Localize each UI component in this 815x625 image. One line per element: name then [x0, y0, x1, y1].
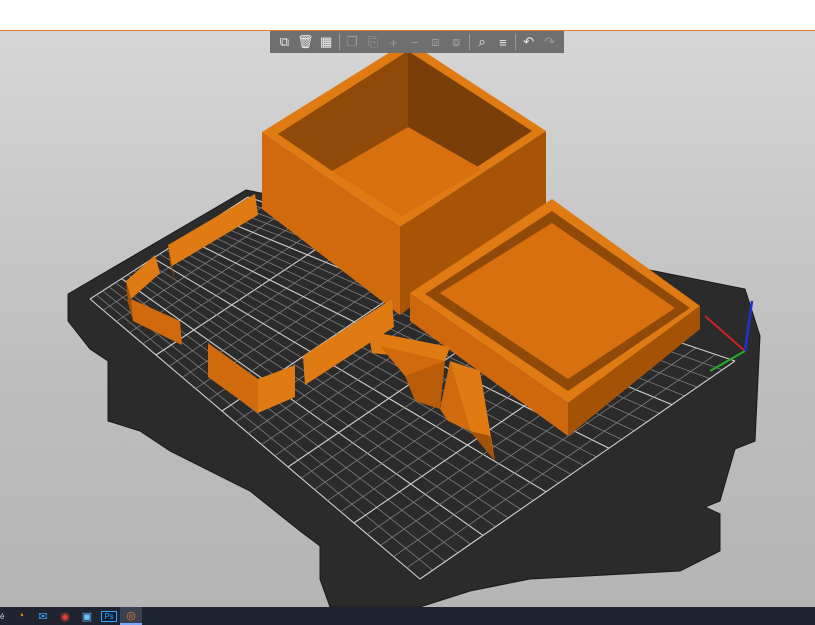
- chrome-icon: ◉: [60, 610, 70, 623]
- undo-button[interactable]: ↶: [518, 32, 539, 52]
- search-icon: ⌕: [478, 34, 486, 49]
- toolbar-separator: [515, 34, 517, 50]
- plus-icon: +: [389, 34, 398, 50]
- blender-icon: ◔: [17, 610, 25, 622]
- taskbar-label: é: [0, 611, 5, 621]
- add-instance-button[interactable]: +: [383, 32, 404, 52]
- arrange-icon: ▦: [320, 34, 333, 49]
- redo-icon: ↷: [544, 34, 556, 49]
- delete-button[interactable]: 🗑: [295, 32, 316, 52]
- arrange-button[interactable]: ▦: [316, 32, 337, 52]
- toolbar-separator: [468, 34, 470, 50]
- build-plate-scene[interactable]: [0, 31, 815, 607]
- files-app[interactable]: ▣: [76, 607, 98, 625]
- chrome-app[interactable]: ◉: [54, 607, 76, 625]
- top-toolbar: ⧉ 🗑 ▦ ❐ ⎘ + − ⧈ ⧇ ⌕ ≡ ↶ ↷: [270, 31, 564, 53]
- title-bar: [0, 0, 815, 31]
- undo-icon: ↶: [523, 34, 535, 49]
- mail-app[interactable]: ✉: [32, 607, 54, 625]
- paste-button[interactable]: ⎘: [362, 32, 383, 52]
- mail-icon: ✉: [38, 610, 48, 623]
- photoshop-icon: Ps: [101, 610, 117, 622]
- blender-app[interactable]: ◔: [10, 607, 32, 625]
- add-object-icon: ⧉: [279, 34, 290, 49]
- layers-button[interactable]: ≡: [493, 32, 514, 52]
- layers-icon: ≡: [499, 34, 507, 50]
- copy-button[interactable]: ❐: [342, 32, 363, 52]
- split-parts-icon: ⧇: [452, 34, 461, 49]
- toolbar-separator: [338, 34, 340, 50]
- taskbar: é ◔ ✉ ◉ ▣ Ps ◎: [0, 607, 815, 625]
- minus-icon: −: [410, 34, 419, 50]
- redo-button[interactable]: ↷: [539, 32, 560, 52]
- copy-icon: ❐: [346, 34, 358, 49]
- paste-icon: ⎘: [367, 34, 379, 49]
- search-button[interactable]: ⌕: [472, 32, 493, 52]
- prusaslicer-app[interactable]: ◎: [120, 607, 142, 625]
- photoshop-app[interactable]: Ps: [98, 607, 120, 625]
- split-objects-button[interactable]: ⧈: [425, 32, 446, 52]
- 3d-viewport[interactable]: [0, 31, 815, 607]
- trash-icon: 🗑: [297, 34, 314, 49]
- split-parts-button[interactable]: ⧇: [446, 32, 467, 52]
- split-objects-icon: ⧈: [431, 34, 440, 49]
- remove-instance-button[interactable]: −: [404, 32, 425, 52]
- add-button[interactable]: ⧉: [274, 32, 295, 52]
- files-icon: ▣: [81, 610, 93, 623]
- prusaslicer-icon: ◎: [126, 609, 136, 622]
